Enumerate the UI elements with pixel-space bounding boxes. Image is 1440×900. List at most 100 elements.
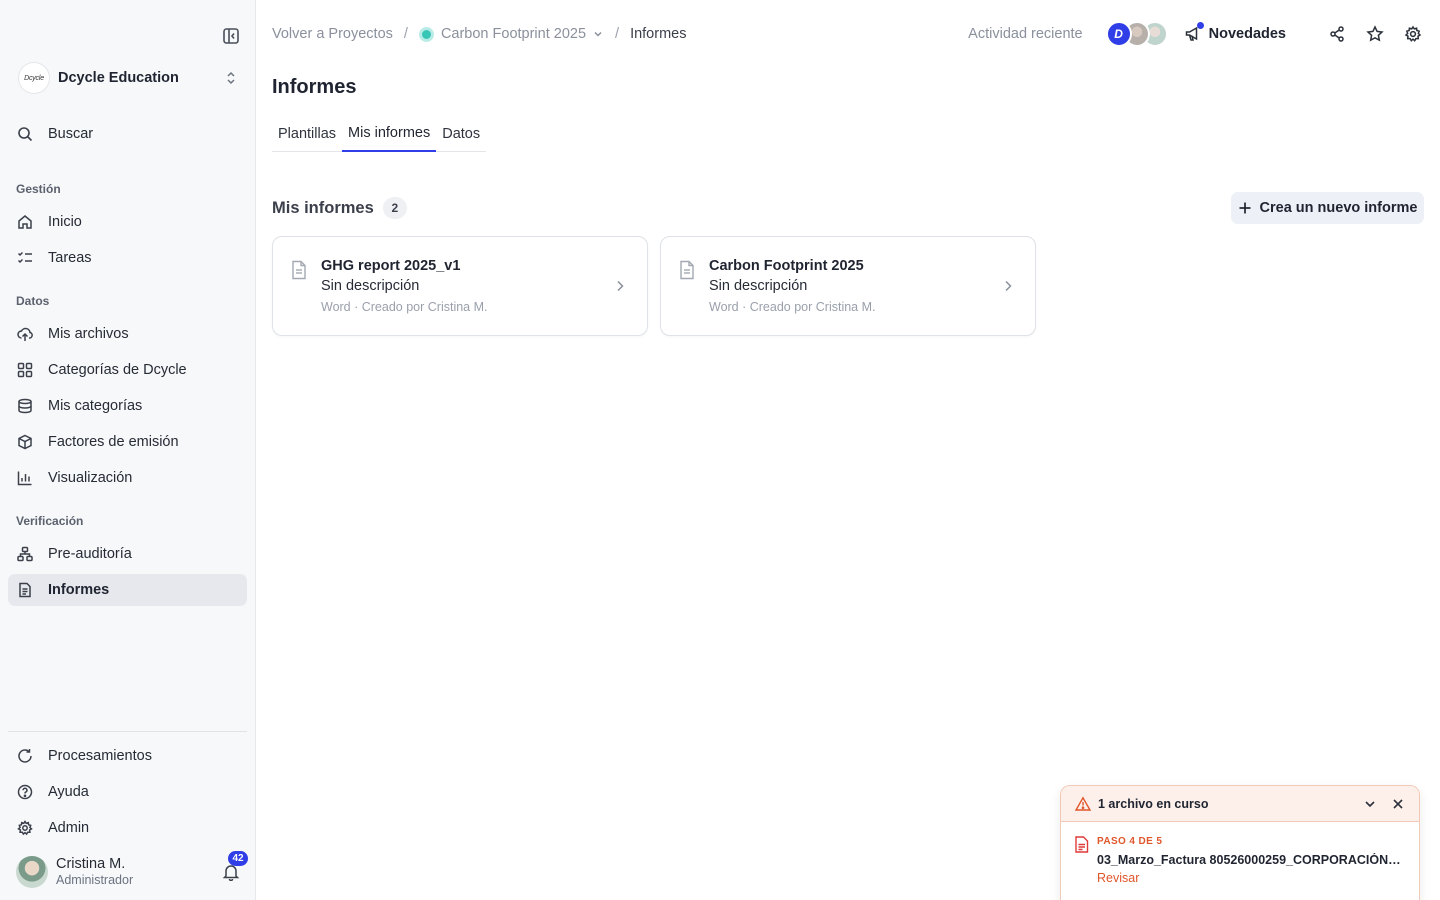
sidebar-item-label: Tareas [48, 250, 92, 266]
upload-progress-panel: 1 archivo en curso PASO 4 DE 5 03_Marzo_… [1060, 785, 1420, 900]
close-icon[interactable] [1391, 797, 1405, 811]
document-icon [17, 582, 33, 598]
section-label-datos: Datos [16, 294, 50, 308]
breadcrumb-project-selector[interactable]: Carbon Footprint 2025 [418, 26, 604, 42]
upload-panel-title: 1 archivo en curso [1098, 796, 1209, 811]
report-description: Sin descripción [321, 278, 420, 294]
sidebar: Dcycle Dcycle Education Buscar Gestión I… [0, 0, 256, 900]
chevron-right-icon [1001, 279, 1015, 293]
sidebar-item-label: Factores de emisión [48, 434, 179, 450]
breadcrumb-separator: / [615, 26, 620, 42]
sidebar-item-tareas[interactable]: Tareas [8, 242, 247, 274]
reports-count-badge: 2 [382, 197, 407, 219]
unread-dot [1196, 22, 1204, 29]
help-icon [17, 784, 33, 800]
avatar [16, 856, 48, 888]
chevron-down-icon[interactable] [1363, 797, 1377, 811]
star-icon[interactable] [1366, 25, 1384, 43]
tab-mis-informes[interactable]: Mis informes [342, 116, 437, 152]
upload-step: PASO 4 DE 5 [1097, 836, 1163, 847]
section-label-verificacion: Verificación [16, 514, 84, 528]
create-report-label: Crea un nuevo informe [1259, 200, 1418, 216]
sidebar-item-inicio[interactable]: Inicio [8, 206, 247, 238]
section-label-gestion: Gestión [16, 182, 61, 196]
breadcrumb-current: Informes [630, 26, 687, 42]
org-switcher[interactable]: Dcycle Dcycle Education [18, 61, 240, 95]
recent-activity-link[interactable]: Actividad reciente [968, 26, 1082, 42]
news-label: Novedades [1208, 26, 1286, 42]
news-button[interactable]: Novedades [1184, 22, 1286, 43]
grid-icon [17, 362, 33, 378]
report-meta: Word · Creado por Cristina M. [709, 300, 876, 314]
avatar-dcycle: D [1105, 21, 1132, 47]
collaborator-avatars[interactable]: D [1105, 21, 1168, 47]
report-description: Sin descripción [709, 278, 808, 294]
org-name: Dcycle Education [58, 70, 179, 86]
hierarchy-icon [17, 546, 33, 562]
sidebar-item-admin[interactable]: Admin [8, 812, 247, 844]
sidebar-item-label: Mis categorías [48, 398, 143, 414]
sidebar-divider [8, 731, 247, 732]
sidebar-item-factores[interactable]: Factores de emisión [8, 426, 247, 458]
sidebar-item-visualizacion[interactable]: Visualización [8, 462, 247, 494]
cloud-upload-icon [17, 326, 33, 342]
page-title: Informes [272, 76, 357, 98]
report-card[interactable]: GHG report 2025_v1 Sin descripción Word … [272, 236, 648, 336]
report-title: GHG report 2025_v1 [321, 258, 461, 274]
plus-icon [1238, 201, 1252, 215]
bell-icon[interactable]: 42 [222, 851, 248, 881]
sidebar-item-label: Ayuda [48, 784, 89, 800]
sidebar-item-preauditoria[interactable]: Pre-auditoría [8, 538, 247, 570]
sidebar-item-categorias-dcycle[interactable]: Categorías de Dcycle [8, 354, 247, 386]
sidebar-item-procesamientos[interactable]: Procesamientos [8, 740, 247, 772]
tab-datos[interactable]: Datos [436, 116, 486, 152]
gear-icon [17, 820, 33, 836]
share-icon[interactable] [1328, 25, 1346, 43]
sidebar-item-label: Mis archivos [48, 326, 129, 342]
notification-count-badge: 42 [228, 851, 248, 866]
sidebar-item-label: Pre-auditoría [48, 546, 132, 562]
reports-section-header: Mis informes 2 [272, 196, 407, 220]
breadcrumb-project-name: Carbon Footprint 2025 [440, 26, 587, 42]
create-report-button[interactable]: Crea un nuevo informe [1231, 192, 1424, 224]
org-logo: Dcycle [18, 62, 50, 94]
report-title: Carbon Footprint 2025 [709, 258, 864, 274]
report-meta: Word · Creado por Cristina M. [321, 300, 488, 314]
database-icon [17, 398, 33, 414]
pdf-file-icon [1074, 836, 1089, 853]
upload-panel-header: 1 archivo en curso [1061, 786, 1419, 822]
project-status-dot [418, 26, 434, 42]
sidebar-item-label: Categorías de Dcycle [48, 362, 187, 378]
sidebar-collapse-icon[interactable] [222, 27, 240, 45]
sidebar-item-informes[interactable]: Informes [8, 574, 247, 606]
sidebar-item-label: Admin [48, 820, 90, 836]
chevron-right-icon [613, 279, 627, 293]
tab-plantillas[interactable]: Plantillas [272, 116, 342, 152]
sidebar-item-search[interactable]: Buscar [8, 118, 247, 150]
settings-icon[interactable] [1404, 25, 1422, 43]
breadcrumb-separator: / [403, 26, 408, 42]
refresh-icon [17, 748, 33, 764]
user-profile[interactable]: Cristina M. Administrador 42 [16, 851, 248, 889]
sidebar-item-label: Buscar [48, 126, 94, 142]
section-title: Mis informes [272, 198, 374, 217]
search-icon [17, 126, 33, 142]
upload-file-name: 03_Marzo_Factura 80526000259_CORPORACIÓN… [1097, 853, 1402, 867]
sidebar-item-label: Procesamientos [48, 748, 152, 764]
review-link[interactable]: Revisar [1097, 871, 1405, 885]
upload-item: PASO 4 DE 5 03_Marzo_Factura 80526000259… [1061, 822, 1419, 885]
sidebar-item-mis-archivos[interactable]: Mis archivos [8, 318, 247, 350]
sidebar-item-label: Visualización [48, 470, 133, 486]
breadcrumb-back-link[interactable]: Volver a Proyectos [272, 26, 393, 42]
report-card[interactable]: Carbon Footprint 2025 Sin descripción Wo… [660, 236, 1036, 336]
topbar-actions: Actividad reciente D Novedades [968, 20, 1422, 48]
bar-chart-icon [17, 470, 33, 486]
checklist-icon [17, 250, 33, 266]
sidebar-item-label: Inicio [48, 214, 82, 230]
megaphone-icon [1184, 22, 1204, 43]
sidebar-item-mis-categorias[interactable]: Mis categorías [8, 390, 247, 422]
document-icon [678, 260, 696, 280]
sidebar-item-ayuda[interactable]: Ayuda [8, 776, 247, 808]
chevron-up-down-icon [224, 71, 238, 85]
tab-bar: Plantillas Mis informes Datos [272, 116, 487, 152]
